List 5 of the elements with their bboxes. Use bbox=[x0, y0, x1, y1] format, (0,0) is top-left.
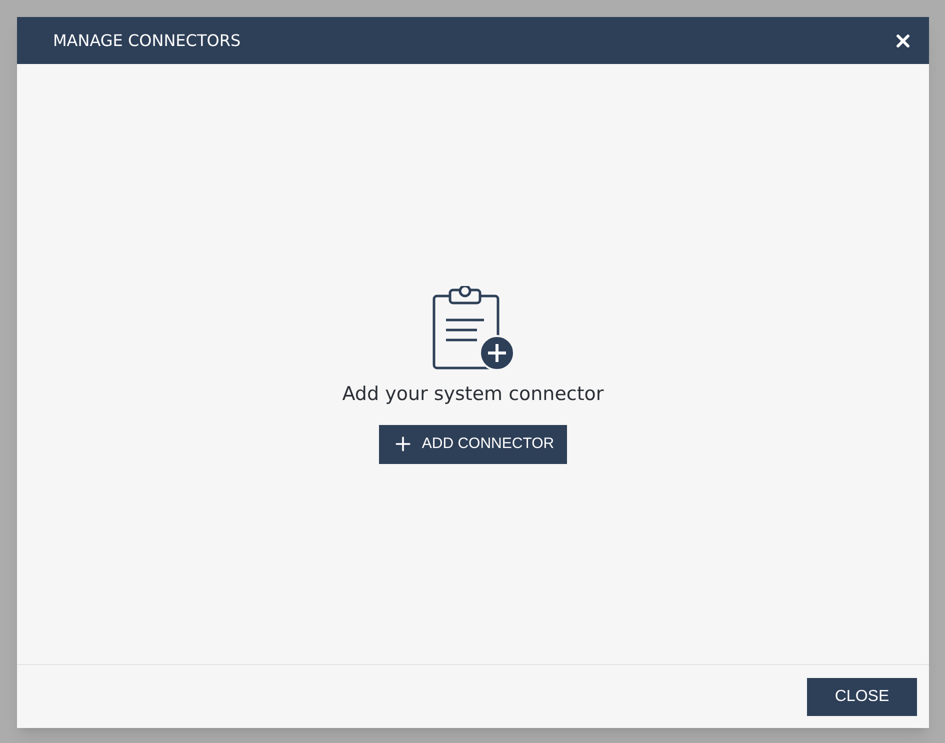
empty-message: Add your system connector bbox=[342, 382, 604, 408]
close-button[interactable]: CLOSE bbox=[807, 678, 917, 716]
add-connector-button[interactable]: ADD CONNECTOR bbox=[378, 424, 568, 464]
clipboard-add-icon bbox=[431, 286, 515, 372]
dialog-title: MANAGE CONNECTORS bbox=[53, 30, 241, 52]
